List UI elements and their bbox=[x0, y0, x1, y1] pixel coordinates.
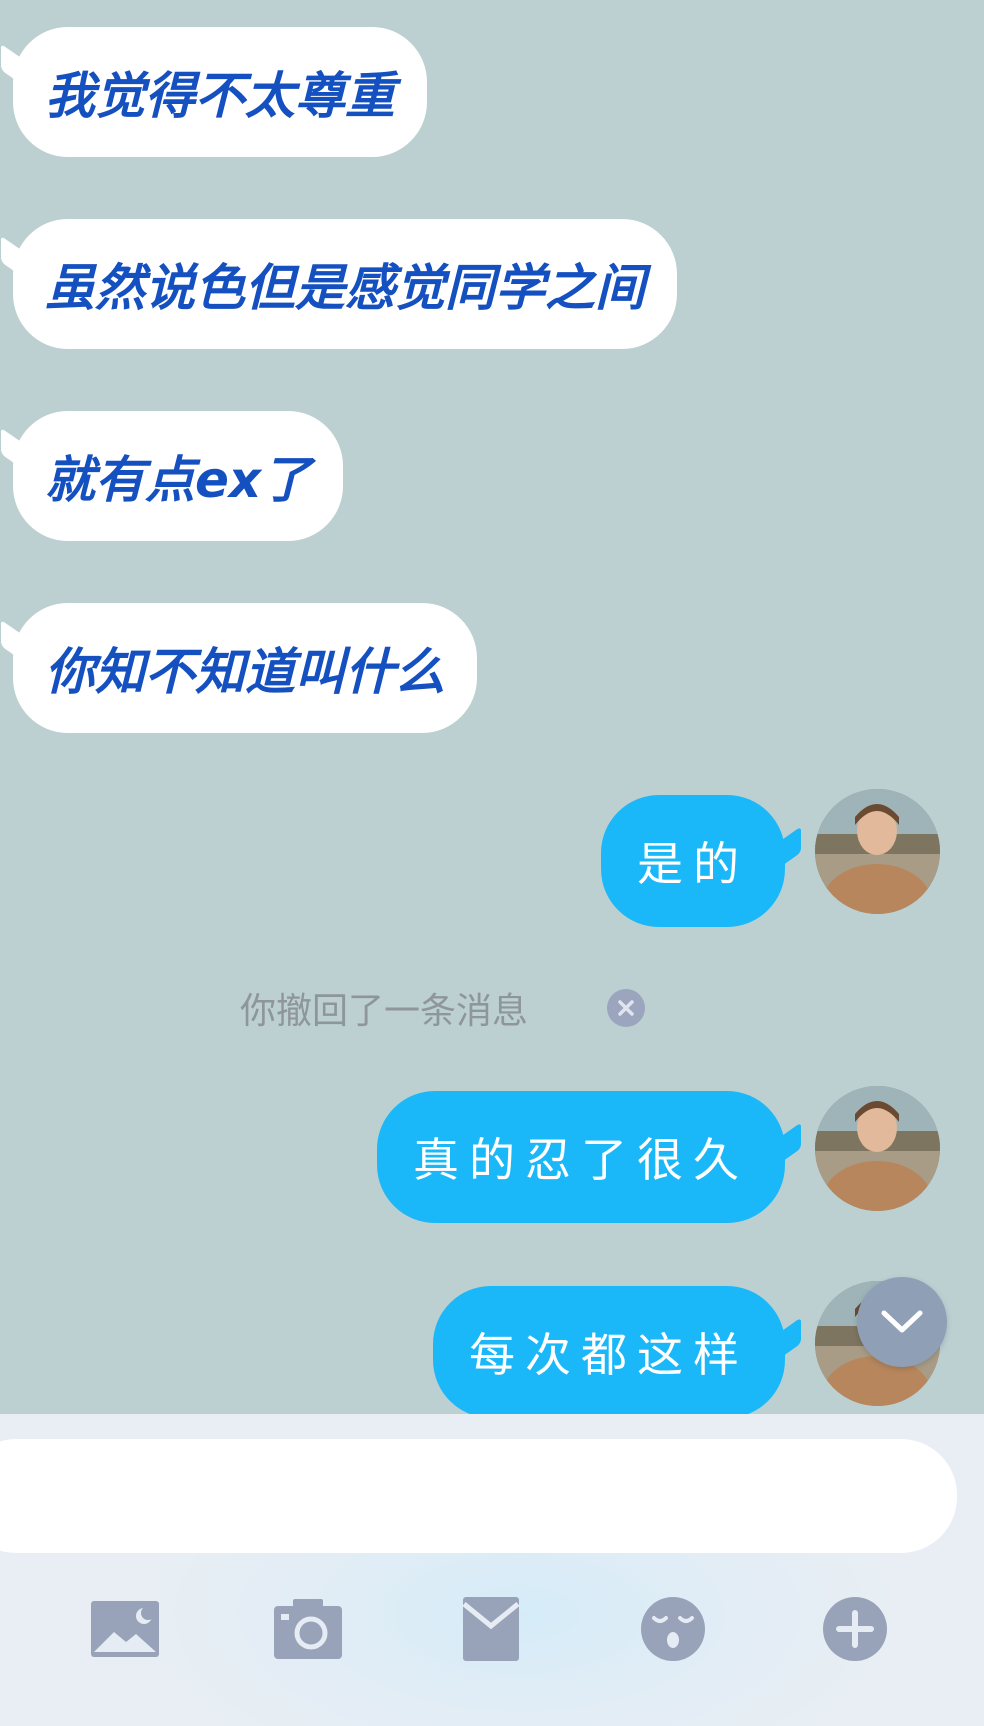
avatar-photo-icon bbox=[815, 789, 940, 914]
red-packet-button[interactable] bbox=[448, 1586, 534, 1672]
message-text: 真的忍了很久 bbox=[413, 1133, 749, 1187]
message-text: 就有点ex了 bbox=[45, 451, 312, 509]
incoming-message-bubble[interactable]: 我觉得不太尊重 bbox=[13, 27, 427, 157]
incoming-message-bubble[interactable]: 就有点ex了 bbox=[13, 411, 344, 541]
message-composer bbox=[0, 1414, 984, 1726]
emoji-icon bbox=[641, 1597, 705, 1661]
message-text: 是的 bbox=[637, 837, 749, 891]
plus-icon bbox=[823, 1597, 887, 1661]
incoming-message-bubble[interactable]: 你知不知道叫什么 bbox=[13, 603, 477, 733]
more-button[interactable] bbox=[812, 1586, 898, 1672]
message-text: 我觉得不太尊重 bbox=[45, 67, 395, 125]
dismiss-notice-button[interactable] bbox=[607, 989, 645, 1027]
image-button[interactable] bbox=[82, 1586, 168, 1672]
message-text: 每次都这样 bbox=[469, 1328, 749, 1382]
red-packet-icon bbox=[462, 1597, 520, 1661]
outgoing-message-bubble[interactable]: 是的 bbox=[601, 795, 785, 927]
outgoing-message-bubble[interactable]: 每次都这样 bbox=[433, 1286, 785, 1414]
emoji-button[interactable] bbox=[630, 1586, 716, 1672]
my-avatar[interactable] bbox=[815, 789, 940, 914]
image-icon bbox=[91, 1601, 159, 1657]
my-avatar[interactable] bbox=[815, 1086, 940, 1211]
message-text: 你知不知道叫什么 bbox=[45, 643, 445, 701]
camera-icon bbox=[274, 1599, 342, 1659]
camera-button[interactable] bbox=[265, 1586, 351, 1672]
scroll-to-bottom-button[interactable] bbox=[857, 1277, 947, 1367]
chat-message-list[interactable]: 我觉得不太尊重 虽然说色但是感觉同学之间 就有点ex了 你知不知道叫什么 是的 … bbox=[0, 0, 984, 1414]
chevron-down-icon bbox=[881, 1310, 923, 1333]
message-text: 虽然说色但是感觉同学之间 bbox=[45, 259, 645, 317]
notice-text: 你撤回了一条消息 bbox=[240, 991, 529, 1032]
message-input[interactable] bbox=[0, 1439, 957, 1553]
outgoing-message-bubble[interactable]: 真的忍了很久 bbox=[377, 1091, 785, 1223]
recalled-message-notice: 你撤回了一条消息 bbox=[240, 978, 528, 1038]
incoming-message-bubble[interactable]: 虽然说色但是感觉同学之间 bbox=[13, 219, 677, 349]
composer-toolbar bbox=[0, 1576, 984, 1686]
avatar-photo-icon bbox=[815, 1086, 940, 1211]
close-icon bbox=[618, 1000, 634, 1016]
